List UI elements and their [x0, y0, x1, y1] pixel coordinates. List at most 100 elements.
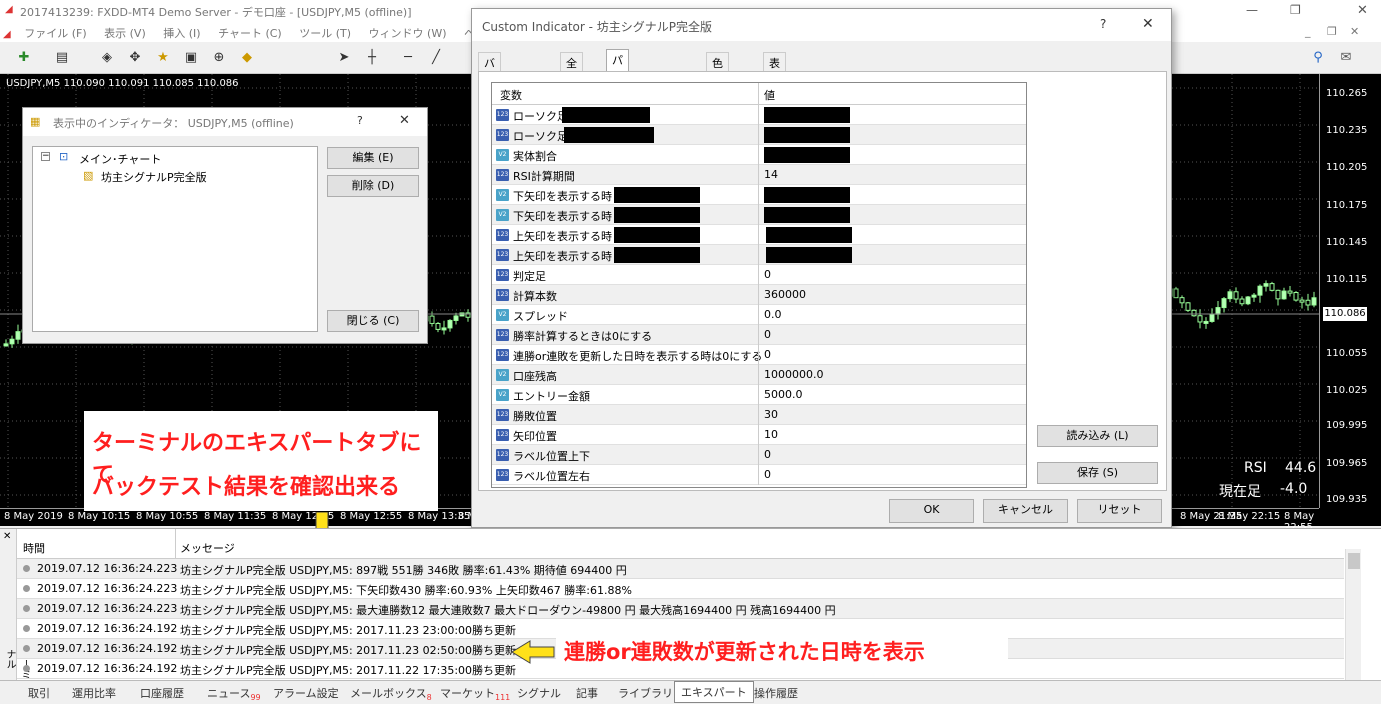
menu-window[interactable]: ウィンドウ (W) — [362, 22, 454, 44]
delete-button[interactable]: 削除 (D) — [327, 175, 419, 197]
parameter-row[interactable]: V2 スプレッド 0.0 — [492, 305, 1026, 325]
tab-version[interactable]: バージョン情報 — [478, 52, 501, 166]
bottom-tab[interactable]: シグナル — [517, 683, 561, 703]
ok-button[interactable]: OK — [889, 499, 974, 523]
mdi-close-icon[interactable]: ✕ — [1343, 22, 1366, 41]
parameter-value[interactable]: 0 — [764, 448, 771, 461]
data-window-icon[interactable]: ★ — [153, 48, 173, 68]
load-button[interactable]: 読み込み (L) — [1037, 425, 1158, 447]
bottom-tab[interactable]: メールボックス8 — [350, 683, 432, 703]
tree-item-indicator[interactable]: 坊主シグナルP完全版 — [101, 169, 207, 185]
log-row[interactable]: 2019.07.12 16:36:24.223 坊主シグナルP完全版 USDJPY… — [17, 579, 1344, 599]
market-watch-icon[interactable]: ◈ — [97, 48, 117, 68]
menu-chart[interactable]: チャート (C) — [211, 22, 289, 44]
parameter-row[interactable]: 123 連勝or連敗を更新した日時を表示する時は0にする 0 — [492, 345, 1026, 365]
parameter-value[interactable]: 0.0 — [764, 308, 782, 321]
tree-item-main-chart[interactable]: メイン･チャート — [79, 151, 161, 167]
parameter-value[interactable]: 0 — [764, 348, 771, 361]
navigator-icon[interactable]: ✥ — [125, 48, 145, 68]
close-icon[interactable]: ✕ — [399, 113, 410, 128]
bottom-tab[interactable]: ライブラリ — [618, 683, 673, 703]
reset-button[interactable]: リセット — [1077, 499, 1162, 523]
parameter-row[interactable]: 123 計算本数 360000 — [492, 285, 1026, 305]
col-time-header[interactable]: 時間 — [23, 540, 45, 556]
bottom-tab[interactable]: 記事 — [576, 683, 598, 703]
bottom-tab[interactable]: アラーム設定 — [273, 683, 339, 703]
save-button[interactable]: 保存 (S) — [1037, 462, 1158, 484]
parameter-row[interactable]: 123 ローソク足C — [492, 125, 1026, 145]
parameter-row[interactable]: 123 ラベル位置左右 0 — [492, 465, 1026, 485]
parameter-row[interactable]: 123 勝率計算するときは0にする 0 — [492, 325, 1026, 345]
terminal-scrollbar[interactable] — [1345, 549, 1361, 681]
parameter-row[interactable]: V2 エントリー金額 5000.0 — [492, 385, 1026, 405]
bottom-tab[interactable]: マーケット111 — [440, 683, 510, 703]
close-window-button[interactable]: 閉じる (C) — [327, 310, 419, 332]
parameter-value[interactable]: 1000000.0 — [764, 368, 824, 381]
mdi-minimize-icon[interactable]: _ — [1298, 22, 1318, 41]
parameter-row[interactable]: 123 RSI計算期間 14 — [492, 165, 1026, 185]
crosshair-icon[interactable]: ┼ — [362, 48, 382, 68]
tab-visualization[interactable]: 表示選択 — [763, 52, 786, 118]
parameter-value[interactable]: 360000 — [764, 288, 806, 301]
window-minimize-icon[interactable]: — — [1246, 3, 1258, 17]
bottom-tab[interactable]: エキスパート — [674, 681, 754, 703]
parameter-row[interactable]: 123 矢印位置 10 — [492, 425, 1026, 445]
scrollbar-thumb[interactable] — [1348, 553, 1360, 569]
parameter-value[interactable]: 10 — [764, 428, 778, 441]
menu-file[interactable]: ファイル (F) — [17, 22, 93, 44]
new-chart-icon[interactable]: ✚ — [14, 48, 34, 68]
bottom-tab[interactable]: ニュース99 — [207, 683, 261, 703]
current-price-label: 110.086 — [1323, 307, 1367, 321]
terminal-icon[interactable]: ▣ — [181, 48, 201, 68]
metaeditor-icon[interactable]: ◆ — [237, 48, 257, 68]
parameter-row[interactable]: 123 勝敗位置 30 — [492, 405, 1026, 425]
parameter-row[interactable]: 123 ローソク足 — [492, 105, 1026, 125]
dialog-close-icon[interactable]: ✕ — [1142, 16, 1154, 32]
col-message-header[interactable]: メッセージ — [180, 540, 235, 556]
menu-view[interactable]: 表示 (V) — [97, 22, 153, 44]
mdi-restore-icon[interactable]: ❐ — [1320, 22, 1344, 41]
parameter-name: 上矢印を表示する時 — [513, 250, 612, 263]
parameter-value[interactable]: 0 — [764, 328, 771, 341]
parameter-value[interactable]: 0 — [764, 268, 771, 281]
terminal-close-icon[interactable]: ✕ — [3, 531, 11, 542]
parameter-row[interactable]: 123 上矢印を表示する時 — [492, 245, 1026, 265]
candle-body — [1227, 291, 1233, 300]
profiles-icon[interactable]: ▤ — [52, 48, 72, 68]
window-close-icon[interactable]: ✕ — [1357, 3, 1368, 18]
parameter-value[interactable]: 0 — [764, 468, 771, 481]
parameter-row[interactable]: 123 ラベル位置上下 0 — [492, 445, 1026, 465]
menu-tools[interactable]: ツール (T) — [292, 22, 358, 44]
cursor-icon[interactable]: ➤ — [334, 48, 354, 68]
search-icon[interactable]: ⚲ — [1308, 48, 1328, 68]
bottom-tab[interactable]: 取引 — [28, 683, 50, 703]
trendline-icon[interactable]: ╱ — [426, 48, 446, 68]
log-row[interactable]: 2019.07.12 16:36:24.223 坊主シグナルP完全版 USDJPY… — [17, 559, 1344, 579]
parameter-row[interactable]: V2 口座残高 1000000.0 — [492, 365, 1026, 385]
parameter-row[interactable]: 123 判定足 0 — [492, 265, 1026, 285]
chat-icon[interactable]: ✉ — [1336, 48, 1356, 68]
bottom-tab[interactable]: 操作履歴 — [754, 683, 798, 703]
bottom-tab[interactable]: 運用比率 — [72, 683, 116, 703]
menu-insert[interactable]: 挿入 (I) — [156, 22, 207, 44]
edit-button[interactable]: 編集 (E) — [327, 147, 419, 169]
parameter-value[interactable]: 30 — [764, 408, 778, 421]
parameter-value[interactable]: 14 — [764, 168, 778, 181]
parameter-row[interactable]: V2 下矢印を表示する時 — [492, 185, 1026, 205]
tab-general[interactable]: 全般 — [560, 52, 583, 86]
bottom-tab[interactable]: 口座履歴 — [140, 683, 184, 703]
parameter-row[interactable]: 123 上矢印を表示する時 — [492, 225, 1026, 245]
parameter-row[interactable]: V2 下矢印を表示する時 — [492, 205, 1026, 225]
tree-collapse-icon[interactable]: − — [41, 152, 50, 161]
tab-parameters[interactable]: パラメーターの入力 — [606, 49, 629, 195]
window-restore-icon[interactable]: ❐ — [1290, 3, 1301, 17]
hline-icon[interactable]: ─ — [398, 48, 418, 68]
tab-colors[interactable]: 色の設定 — [706, 52, 729, 118]
parameter-row[interactable]: V2 実体割合 — [492, 145, 1026, 165]
help-icon[interactable]: ? — [357, 114, 363, 127]
parameter-value[interactable]: 5000.0 — [764, 388, 803, 401]
cancel-button[interactable]: キャンセル — [983, 499, 1068, 523]
strategy-tester-icon[interactable]: ⊕ — [209, 48, 229, 68]
log-row[interactable]: 2019.07.12 16:36:24.223 坊主シグナルP完全版 USDJPY… — [17, 599, 1344, 619]
dialog-help-icon[interactable]: ? — [1100, 17, 1106, 31]
